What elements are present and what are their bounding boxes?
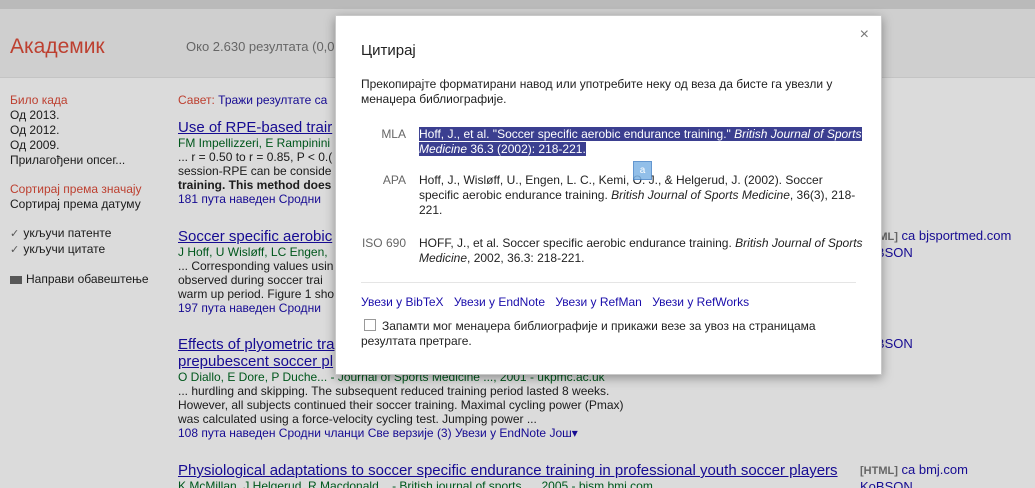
cite-dialog: × Цитирај Прекопирајте форматирани навод…	[335, 15, 882, 375]
citation-text-selected[interactable]: Hoff, J., et al. "Soccer specific aerobi…	[419, 127, 862, 156]
citation-format-label: MLA	[381, 127, 406, 141]
import-endnote-link[interactable]: Увези у EndNote	[454, 295, 545, 309]
dialog-description: Прекопирајте форматирани навод или употр…	[361, 77, 833, 106]
remember-label: Запамти мог менаџера библиографије и при…	[361, 319, 816, 348]
divider	[361, 282, 856, 283]
citation-format-label: APA	[382, 173, 406, 187]
citation-text[interactable]: HOFF, J., et al. Soccer specific aerobic…	[419, 236, 864, 266]
dialog-title: Цитирај	[361, 42, 416, 59]
text-cursor-icon: a	[633, 161, 652, 180]
citation-format-label: ISO 690	[361, 236, 406, 250]
remember-checkbox[interactable]	[364, 319, 376, 331]
close-icon[interactable]: ×	[860, 26, 869, 44]
citation-text[interactable]: Hoff, J., et al. "Soccer specific aerobi…	[419, 127, 864, 157]
import-refman-link[interactable]: Увези у RefMan	[555, 295, 642, 309]
import-links: Увези у BibTeX Увези у EndNote Увези у R…	[361, 295, 756, 309]
import-bibtex-link[interactable]: Увези у BibTeX	[361, 295, 444, 309]
import-refworks-link[interactable]: Увези у RefWorks	[652, 295, 749, 309]
remember-manager-option[interactable]: Запамти мог менаџера библиографије и при…	[361, 319, 856, 349]
